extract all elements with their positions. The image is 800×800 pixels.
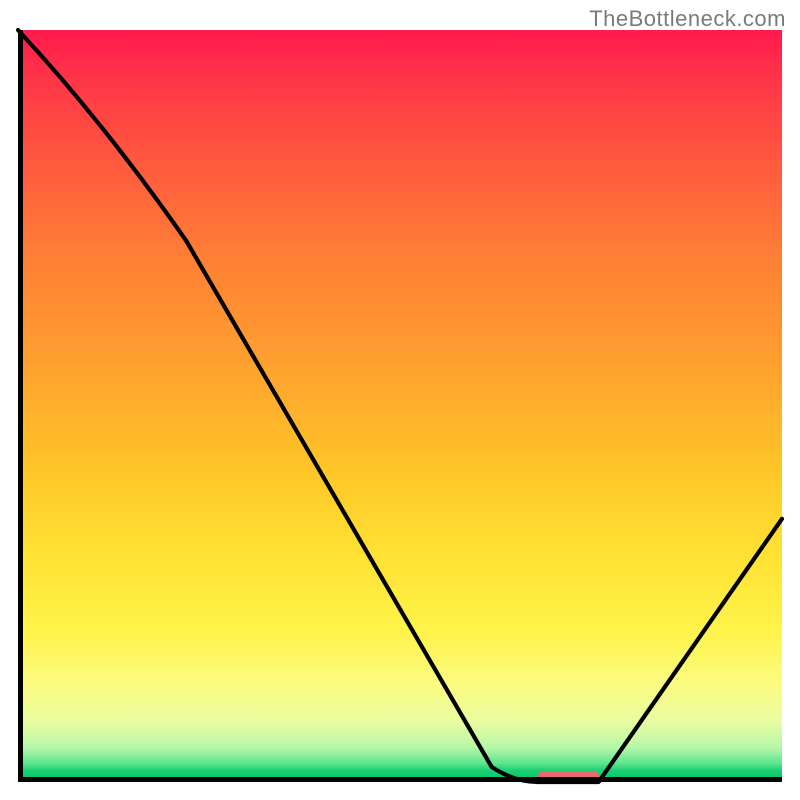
watermark-text: TheBottleneck.com — [589, 6, 786, 32]
plot-area — [18, 30, 782, 782]
optimal-range-marker — [538, 771, 599, 781]
bottleneck-curve — [18, 30, 782, 782]
chart-frame: TheBottleneck.com — [0, 0, 800, 800]
